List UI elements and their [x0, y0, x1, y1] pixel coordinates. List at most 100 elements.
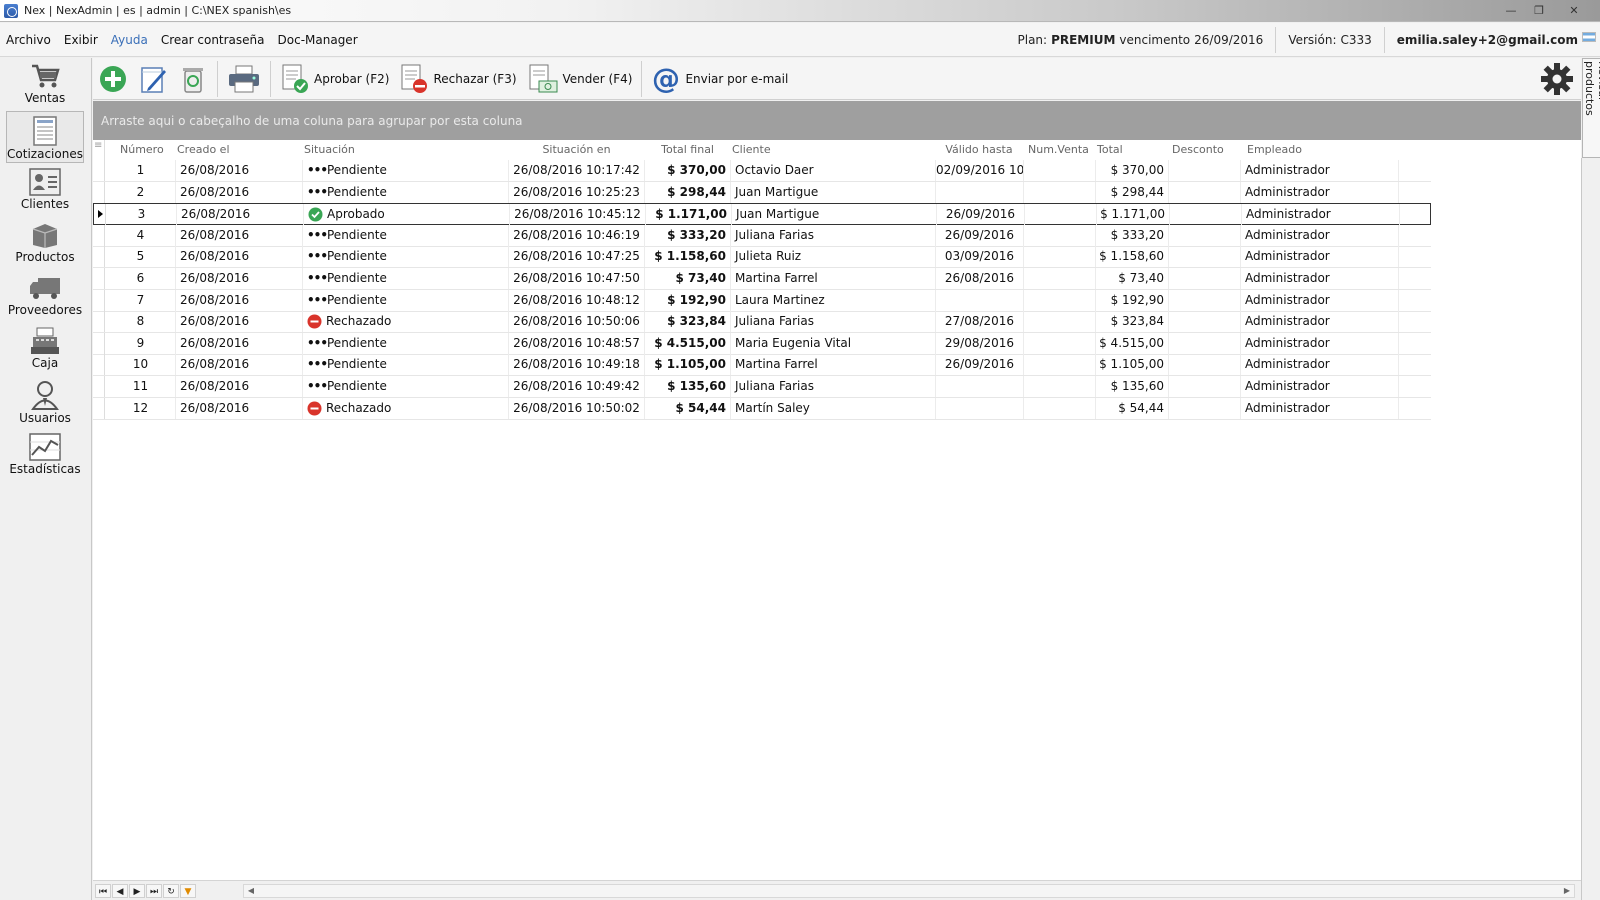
cell-desconto[interactable]: [1169, 268, 1241, 289]
cell-num-venta[interactable]: [1024, 397, 1096, 419]
row-indicator[interactable]: [93, 397, 105, 419]
cell-valido-hasta[interactable]: 27/08/2016: [936, 311, 1024, 333]
cell-total[interactable]: $ 1.158,60: [1096, 246, 1169, 268]
cell-cliente[interactable]: Laura Martinez: [731, 289, 936, 311]
cell-total[interactable]: $ 370,00: [1096, 160, 1169, 181]
cell-situacion[interactable]: •••Pendiente: [303, 181, 509, 203]
cell-creado-el[interactable]: 26/08/2016: [176, 354, 303, 376]
table-row[interactable]: 10 26/08/2016 •••Pendiente 26/08/2016 10:49…: [93, 354, 1431, 377]
cell-situacion-en[interactable]: 26/08/2016 10:50:02: [509, 397, 645, 419]
cell-num-venta[interactable]: [1024, 160, 1096, 181]
cell-situacion[interactable]: •••Pendiente: [303, 246, 509, 268]
sidebar-item-clientes[interactable]: Clientes: [6, 164, 84, 216]
cell-situacion-en[interactable]: 26/08/2016 10:48:57: [509, 332, 645, 354]
cell-desconto[interactable]: [1169, 311, 1241, 333]
sidebar-item-cotizaciones[interactable]: Cotizaciones: [6, 111, 84, 163]
column-header-numero[interactable]: Número: [120, 140, 170, 160]
cell-creado-el[interactable]: 26/08/2016: [176, 376, 303, 397]
cell-situacion[interactable]: Aprobado: [304, 204, 510, 226]
column-header-desconto[interactable]: Desconto: [1172, 140, 1232, 160]
filter-icon[interactable]: ▼: [180, 884, 196, 898]
cell-creado-el[interactable]: 26/08/2016: [176, 397, 303, 419]
cell-desconto[interactable]: [1169, 181, 1241, 203]
user-email[interactable]: emilia.saley+2@gmail.com: [1397, 33, 1578, 47]
close-icon[interactable]: ✕: [1554, 2, 1594, 18]
cell-numero[interactable]: 4: [106, 224, 176, 246]
cell-desconto[interactable]: [1169, 289, 1241, 311]
cell-situacion-en[interactable]: 26/08/2016 10:50:06: [509, 311, 645, 333]
cell-total[interactable]: $ 323,84: [1096, 311, 1169, 333]
cell-valido-hasta[interactable]: 26/08/2016: [936, 268, 1024, 289]
cell-empleado[interactable]: Administrador: [1241, 354, 1399, 376]
cell-valido-hasta[interactable]: 02/09/2016 10: [936, 160, 1024, 181]
sidebar-item-estadisticas[interactable]: Estadísticas: [6, 429, 84, 481]
column-header-valido-hasta[interactable]: Válido hasta: [936, 140, 1022, 160]
row-indicator[interactable]: [93, 160, 105, 181]
scroll-right-icon[interactable]: ▶: [1560, 885, 1574, 897]
cell-num-venta[interactable]: [1025, 204, 1097, 226]
group-by-panel[interactable]: Arraste aqui o cabeçalho de uma coluna p…: [93, 101, 1581, 140]
cell-situacion-en[interactable]: 26/08/2016 10:47:25: [509, 246, 645, 268]
minimize-icon[interactable]: —: [1498, 2, 1524, 18]
table-row[interactable]: 7 26/08/2016 •••Pendiente 26/08/2016 10:48:…: [93, 289, 1431, 312]
cell-cliente[interactable]: Martina Farrel: [731, 354, 936, 376]
table-row[interactable]: 9 26/08/2016 •••Pendiente 26/08/2016 10:48:…: [93, 332, 1431, 355]
cell-empleado[interactable]: Administrador: [1241, 376, 1399, 397]
cell-empleado[interactable]: Administrador: [1241, 268, 1399, 289]
cell-num-venta[interactable]: [1024, 224, 1096, 246]
edit-button[interactable]: [133, 61, 173, 97]
table-row[interactable]: 8 26/08/2016 Rechazado 26/08/2016 10:50:06 $…: [93, 311, 1431, 334]
cell-creado-el[interactable]: 26/08/2016: [176, 246, 303, 268]
column-header-situacion-en[interactable]: Situación en: [509, 140, 644, 160]
cell-creado-el[interactable]: 26/08/2016: [177, 204, 304, 226]
cell-creado-el[interactable]: 26/08/2016: [176, 160, 303, 181]
cell-total-final[interactable]: $ 1.158,60: [645, 246, 731, 268]
cell-creado-el[interactable]: 26/08/2016: [176, 181, 303, 203]
sidebar-item-productos[interactable]: Productos: [6, 217, 84, 269]
cell-cliente[interactable]: Julieta Ruiz: [731, 246, 936, 268]
cell-desconto[interactable]: [1170, 204, 1242, 226]
cell-total-final[interactable]: $ 4.515,00: [645, 332, 731, 354]
column-header-empleado[interactable]: Empleado: [1247, 140, 1367, 160]
cell-valido-hasta[interactable]: 26/09/2016: [936, 224, 1024, 246]
row-indicator[interactable]: [93, 181, 105, 203]
cell-desconto[interactable]: [1169, 246, 1241, 268]
gear-icon[interactable]: [1539, 61, 1575, 97]
column-header-situacion[interactable]: Situación: [304, 140, 504, 160]
cell-num-venta[interactable]: [1024, 246, 1096, 268]
cell-numero[interactable]: 3: [107, 204, 177, 226]
cell-desconto[interactable]: [1169, 224, 1241, 246]
cell-num-venta[interactable]: [1024, 354, 1096, 376]
cell-situacion-en[interactable]: 26/08/2016 10:17:42: [509, 160, 645, 181]
cell-total-final[interactable]: $ 192,90: [645, 289, 731, 311]
cell-numero[interactable]: 9: [106, 332, 176, 354]
reject-button[interactable]: Rechazar (F3): [394, 61, 521, 97]
cell-total[interactable]: $ 54,44: [1096, 397, 1169, 419]
review-products-tab[interactable]: Revisar productos: [1582, 58, 1600, 158]
cell-empleado[interactable]: Administrador: [1241, 311, 1399, 333]
print-button[interactable]: [222, 61, 266, 97]
cell-situacion-en[interactable]: 26/08/2016 10:46:19: [509, 224, 645, 246]
cell-empleado[interactable]: Administrador: [1241, 224, 1399, 246]
table-row[interactable]: 12 26/08/2016 Rechazado 26/08/2016 10:50:02…: [93, 397, 1431, 420]
cell-total-final[interactable]: $ 1.105,00: [645, 354, 731, 376]
cell-num-venta[interactable]: [1024, 332, 1096, 354]
previous-record-icon[interactable]: ◀: [112, 884, 128, 898]
cell-creado-el[interactable]: 26/08/2016: [176, 268, 303, 289]
table-row[interactable]: 2 26/08/2016 •••Pendiente 26/08/2016 10:25:…: [93, 181, 1431, 204]
cell-total-final[interactable]: $ 54,44: [645, 397, 731, 419]
cell-total[interactable]: $ 298,44: [1096, 181, 1169, 203]
table-row[interactable]: 1 26/08/2016 •••Pendiente 26/08/2016 10:17:…: [93, 160, 1431, 182]
cell-total[interactable]: $ 1.171,00: [1097, 204, 1170, 226]
sidebar-item-ventas[interactable]: Ventas: [6, 58, 84, 110]
first-record-icon[interactable]: ⏮: [95, 884, 111, 898]
add-button[interactable]: [93, 61, 133, 97]
cell-situacion-en[interactable]: 26/08/2016 10:47:50: [509, 268, 645, 289]
cell-cliente[interactable]: Juliana Farias: [731, 224, 936, 246]
cell-cliente[interactable]: Octavio Daer: [731, 160, 936, 181]
sell-button[interactable]: Vender (F4): [522, 61, 638, 97]
menu-ayuda[interactable]: Ayuda: [105, 33, 155, 47]
cell-situacion[interactable]: •••Pendiente: [303, 289, 509, 311]
cell-empleado[interactable]: Administrador: [1241, 181, 1399, 203]
cell-desconto[interactable]: [1169, 397, 1241, 419]
